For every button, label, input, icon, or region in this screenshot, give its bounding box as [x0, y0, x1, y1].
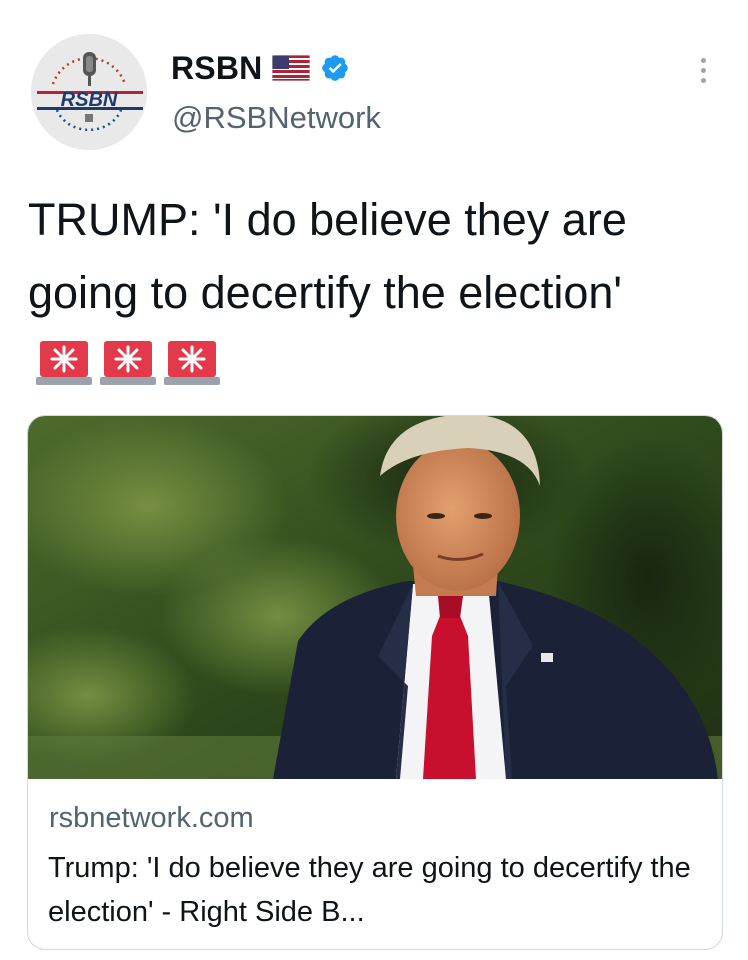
siren-emoji-group — [36, 337, 220, 387]
rsbn-logo: RSBN — [31, 34, 147, 150]
tweet-body: TRUMP: 'I do believe they are going to d… — [28, 194, 627, 318]
author-handle[interactable]: @RSBNetwork — [172, 100, 381, 136]
link-preview-card[interactable]: rsbnetwork.com Trump: 'I do believe they… — [27, 415, 723, 950]
verified-badge-icon — [320, 53, 350, 83]
more-options-icon[interactable] — [688, 50, 718, 90]
police-siren-icon — [100, 337, 156, 387]
avatar-text: RSBN — [61, 89, 118, 111]
police-siren-icon — [36, 337, 92, 387]
avatar[interactable]: RSBN — [31, 34, 147, 150]
us-flag-icon — [271, 54, 311, 82]
author-display-name[interactable]: RSBN — [171, 50, 262, 87]
card-photo[interactable] — [28, 416, 722, 779]
card-title: Trump: 'I do believe they are going to d… — [48, 852, 691, 928]
tweet-text: TRUMP: 'I do believe they are going to d… — [28, 183, 718, 402]
police-siren-icon — [164, 337, 220, 387]
author-name-row: RSBN — [171, 46, 350, 90]
card-domain: rsbnetwork.com — [49, 802, 254, 834]
